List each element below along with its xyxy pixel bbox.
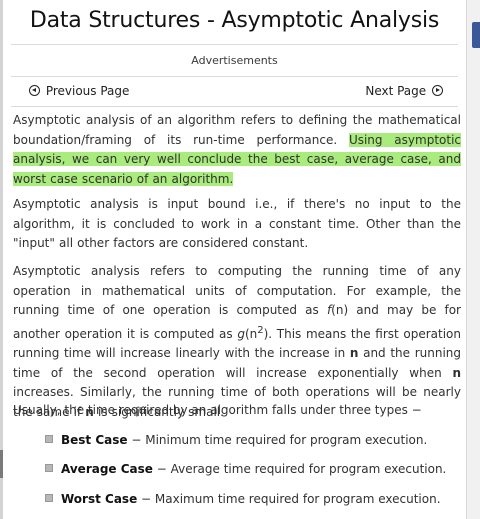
- paragraph-input-bound: Asymptotic analysis is input bound i.e.,…: [13, 197, 461, 250]
- square-bullet-icon: [45, 464, 53, 472]
- square-bullet-icon: [45, 494, 53, 502]
- paragraph-computing: Asymptotic analysis refers to computing …: [13, 262, 461, 422]
- paragraph-definition: Asymptotic analysis of an algorithm refe…: [13, 111, 462, 189]
- case-description: − Minimum time required for program exec…: [127, 433, 428, 447]
- math-n: n: [452, 365, 461, 380]
- next-page-label: Next Page: [365, 84, 427, 98]
- list-item: Average Case − Average time required for…: [45, 462, 446, 476]
- list-item: Worst Case − Maximum time required for p…: [45, 492, 441, 506]
- previous-page-link[interactable]: Previous Page: [27, 84, 129, 98]
- case-description: − Average time required for program exec…: [152, 462, 447, 476]
- title-divider: [11, 44, 458, 45]
- case-description: − Maximum time required for program exec…: [137, 492, 441, 506]
- case-name: Average Case: [61, 462, 153, 476]
- text-segment: (n: [244, 326, 258, 341]
- ads-label: Advertisements: [191, 54, 278, 67]
- math-g: g: [237, 326, 245, 341]
- nav-divider: [11, 106, 458, 107]
- list-intro: Usually, the time required by an algorit…: [13, 403, 422, 417]
- article-page: Data Structures - Asymptotic Analysis Ad…: [3, 0, 467, 519]
- circle-arrow-left-icon: [29, 85, 40, 96]
- circle-arrow-right-icon: [432, 85, 443, 96]
- case-name: Worst Case: [61, 492, 138, 506]
- share-tab[interactable]: [472, 22, 480, 48]
- case-name: Best Case: [61, 433, 128, 447]
- square-bullet-icon: [45, 435, 53, 443]
- page-title: Data Structures - Asymptotic Analysis: [29, 8, 440, 33]
- list-item: Best Case − Minimum time required for pr…: [45, 433, 427, 447]
- next-page-link[interactable]: Next Page: [365, 84, 445, 98]
- right-gutter: [467, 0, 480, 519]
- previous-page-label: Previous Page: [45, 84, 130, 98]
- ads-divider: [11, 76, 458, 77]
